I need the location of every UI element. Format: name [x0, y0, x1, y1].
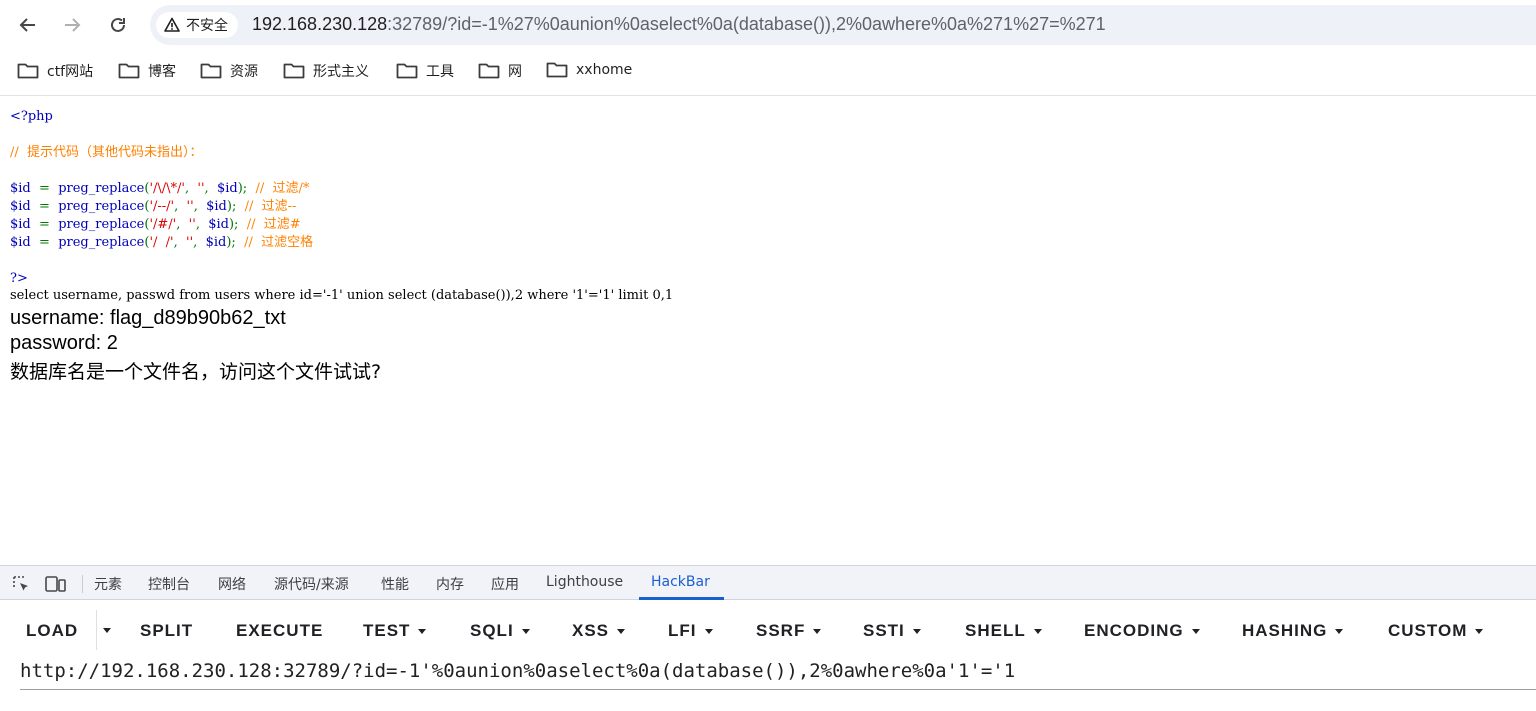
code-line: $id = preg_replace('/#/', '', $id); // 过… — [10, 217, 301, 232]
tab-lighthouse[interactable]: Lighthouse — [546, 574, 623, 590]
bookmarks-bar: ctf网站 博客 资源 形式主义 工具 网 xxhome — [0, 50, 1536, 96]
folder-icon — [478, 63, 500, 79]
security-chip[interactable]: 不安全 — [156, 12, 238, 38]
bookmark-label: 工具 — [426, 64, 454, 80]
bookmark-label: 网 — [508, 64, 522, 80]
xss-menu-button[interactable]: XSS — [572, 621, 626, 641]
bookmark-folder[interactable]: 工具 — [396, 61, 454, 81]
sqli-menu-button[interactable]: SQLI — [470, 621, 530, 641]
tab-console[interactable]: 控制台 — [148, 574, 190, 594]
test-menu-button[interactable]: TEST — [363, 621, 427, 641]
dropdown-caret-icon — [912, 628, 921, 634]
php-open-tag: <?php — [10, 109, 53, 124]
username-output: username: flag_d89b90b62_txt — [10, 307, 286, 329]
page-content: <?php // 提示代码（其他代码未指出）： $id = preg_replace… — [0, 97, 1536, 565]
dropdown-caret-icon — [418, 628, 427, 634]
folder-icon — [546, 62, 568, 78]
load-button[interactable]: LOAD — [26, 621, 78, 641]
password-output: password: 2 — [10, 332, 118, 354]
folder-icon — [283, 63, 305, 79]
forward-arrow-icon — [65, 18, 81, 32]
bookmark-folder[interactable]: ctf网站 — [17, 61, 93, 81]
encoding-menu-button[interactable]: ENCODING — [1084, 621, 1200, 641]
dropdown-caret-icon — [1475, 628, 1484, 634]
php-close-tag: ?> — [10, 271, 28, 286]
warning-icon — [164, 17, 180, 32]
tab-performance[interactable]: 性能 — [381, 574, 409, 594]
bookmark-label: 博客 — [148, 64, 176, 80]
hint-output: 数据库名是一个文件名，访问这个文件试试? — [10, 361, 382, 383]
dropdown-caret-icon — [1033, 628, 1042, 634]
custom-menu-button[interactable]: CUSTOM — [1388, 621, 1484, 641]
security-label: 不安全 — [186, 18, 228, 34]
dropdown-caret-icon — [521, 628, 530, 634]
dropdown-caret-icon — [1335, 628, 1344, 634]
tab-application[interactable]: 应用 — [491, 574, 519, 594]
tab-network[interactable]: 网络 — [218, 574, 246, 594]
hackbar-url-input[interactable]: http://192.168.230.128:32789/?id=-1'%0au… — [20, 658, 1536, 690]
code-line: $id = preg_replace('/ /', '', $id); // 过… — [10, 235, 314, 250]
bookmark-folder[interactable]: xxhome — [546, 61, 632, 79]
ssrf-menu-button[interactable]: SSRF — [756, 621, 822, 641]
code-line: $id = preg_replace('/--/', '', $id); // … — [10, 199, 297, 214]
folder-icon — [118, 63, 140, 79]
php-source-code: <?php // 提示代码（其他代码未指出）： $id = preg_replace… — [10, 108, 313, 288]
toolbar-divider — [82, 575, 83, 593]
url-text[interactable]: 192.168.230.128:32789/?id=-1%27%0aunion%… — [252, 14, 1106, 35]
inspect-icon[interactable] — [11, 574, 31, 594]
url-host: 192.168.230.128 — [252, 14, 388, 34]
reload-icon — [111, 17, 125, 32]
bookmark-label: 资源 — [230, 64, 258, 80]
lfi-menu-button[interactable]: LFI — [668, 621, 713, 641]
hackbar-panel: LOAD SPLIT EXECUTE TEST SQLI XSS LFI SSR… — [0, 600, 1536, 711]
dropdown-caret-icon — [617, 628, 626, 634]
back-button[interactable] — [13, 10, 43, 40]
bookmark-folder[interactable]: 资源 — [200, 61, 258, 81]
back-arrow-icon — [19, 18, 35, 32]
bookmark-folder[interactable]: 形式主义 — [283, 61, 369, 81]
reload-button[interactable] — [103, 10, 133, 40]
sql-query-output: select username, passwd from users where… — [10, 288, 674, 303]
load-divider — [96, 610, 97, 650]
bookmark-label: xxhome — [576, 62, 633, 78]
tab-memory[interactable]: 内存 — [436, 574, 464, 594]
bookmark-label: 形式主义 — [313, 64, 369, 80]
code-line: $id = preg_replace('/\/\*/', '', $id); /… — [10, 181, 310, 196]
folder-icon — [396, 63, 418, 79]
dropdown-caret-icon — [1191, 628, 1200, 634]
tab-hackbar[interactable]: HackBar — [651, 574, 710, 590]
dropdown-caret-icon — [704, 628, 713, 634]
dropdown-caret-icon[interactable] — [103, 628, 111, 633]
bookmark-label: ctf网站 — [47, 64, 94, 80]
tab-elements[interactable]: 元素 — [94, 574, 122, 594]
bookmark-folder[interactable]: 网 — [478, 61, 522, 81]
bookmark-folder[interactable]: 博客 — [118, 61, 176, 81]
hashing-menu-button[interactable]: HASHING — [1242, 621, 1344, 641]
devtools-tab-strip: 元素 控制台 网络 源代码/来源 性能 内存 应用 Lighthouse Hac… — [0, 565, 1536, 600]
url-rest: :32789/?id=-1%27%0aunion%0aselect%0a(dat… — [387, 14, 1106, 34]
execute-button[interactable]: EXECUTE — [236, 621, 323, 641]
code-comment: // 提示代码（其他代码未指出）： — [10, 145, 203, 160]
split-button[interactable]: SPLIT — [140, 621, 193, 641]
address-bar[interactable]: 不安全 192.168.230.128:32789/?id=-1%27%0aun… — [150, 5, 1536, 45]
forward-button[interactable] — [57, 10, 87, 40]
ssti-menu-button[interactable]: SSTI — [863, 621, 921, 641]
shell-menu-button[interactable]: SHELL — [965, 621, 1042, 641]
tab-sources[interactable]: 源代码/来源 — [274, 574, 349, 594]
folder-icon — [200, 63, 222, 79]
browser-toolbar: 不安全 192.168.230.128:32789/?id=-1%27%0aun… — [0, 0, 1536, 50]
folder-icon — [17, 63, 39, 79]
device-toolbar-icon[interactable] — [45, 574, 67, 594]
dropdown-caret-icon — [813, 628, 822, 634]
